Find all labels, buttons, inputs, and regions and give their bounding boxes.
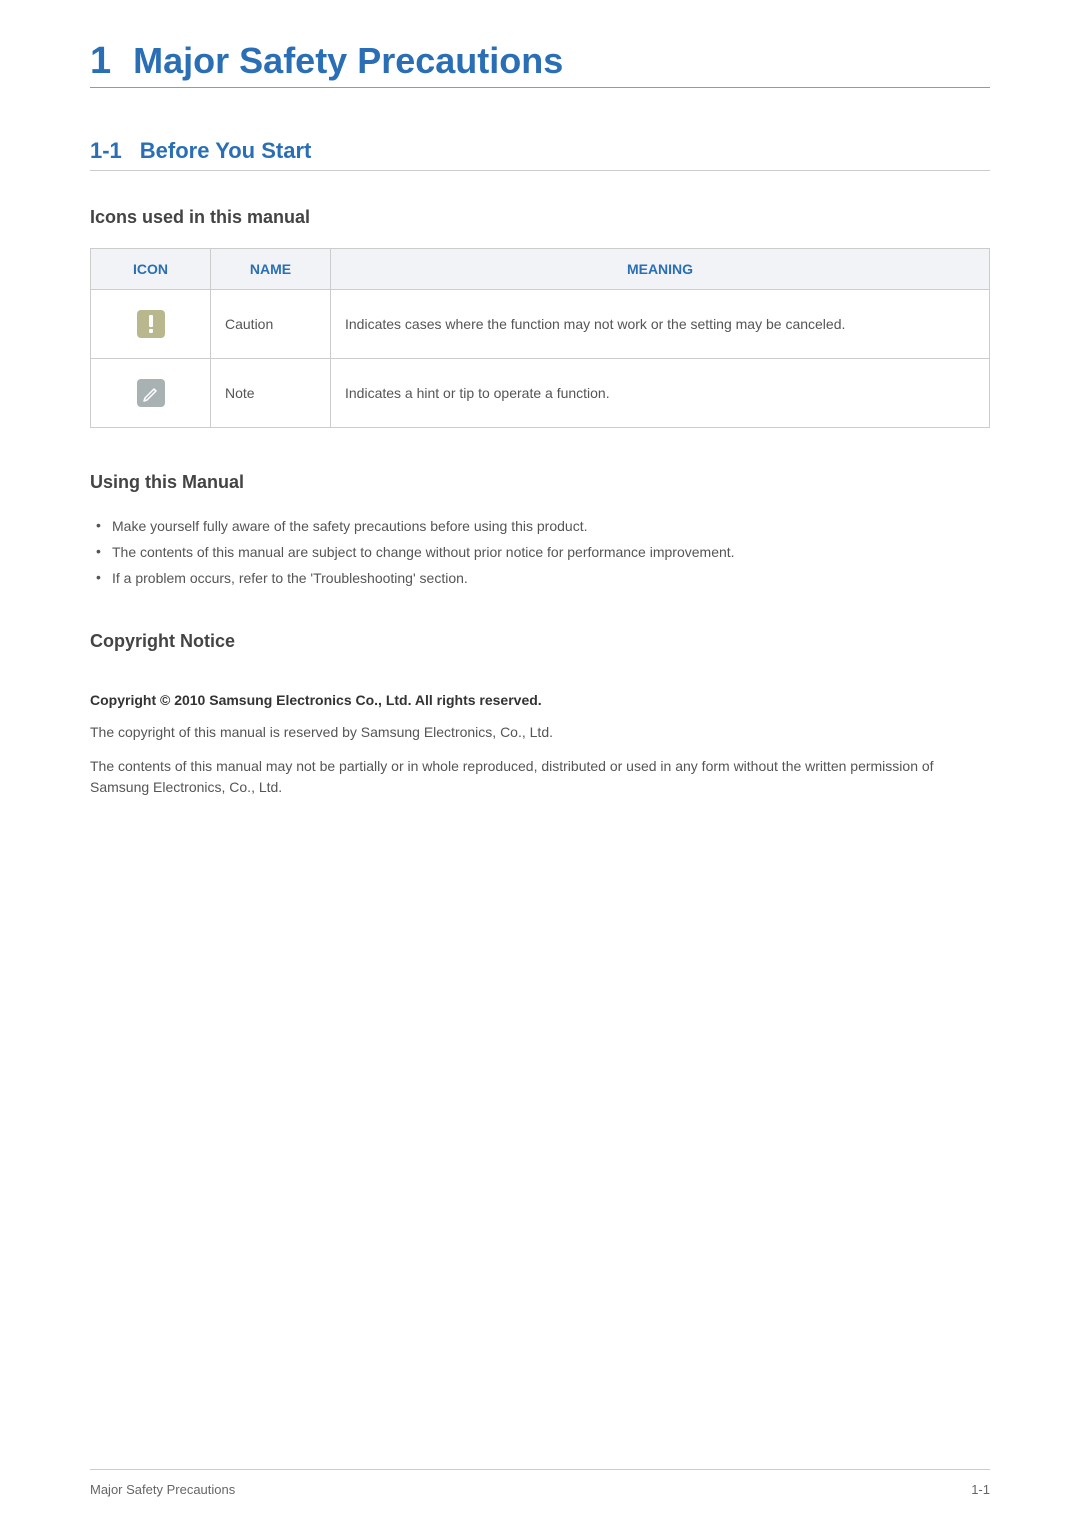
icon-cell-note (91, 359, 211, 428)
table-row: Caution Indicates cases where the functi… (91, 290, 990, 359)
th-icon: ICON (91, 249, 211, 290)
table-header-row: ICON NAME MEANING (91, 249, 990, 290)
icon-cell-caution (91, 290, 211, 359)
document-page: 1 Major Safety Precautions 1-1 Before Yo… (0, 0, 1080, 1527)
list-item: The contents of this manual are subject … (90, 539, 990, 565)
spacer (90, 672, 990, 692)
footer-left: Major Safety Precautions (90, 1482, 235, 1497)
copyright-bold-line: Copyright © 2010 Samsung Electronics Co.… (90, 692, 990, 708)
chapter-number: 1 (90, 40, 111, 83)
meaning-cell: Indicates cases where the function may n… (331, 290, 990, 359)
icons-subheading: Icons used in this manual (90, 207, 990, 228)
copyright-paragraph: The copyright of this manual is reserved… (90, 722, 990, 742)
note-icon (137, 379, 165, 407)
copyright-paragraph: The contents of this manual may not be p… (90, 756, 990, 797)
name-cell: Note (211, 359, 331, 428)
list-item: If a problem occurs, refer to the 'Troub… (90, 565, 990, 591)
page-footer: Major Safety Precautions 1-1 (90, 1469, 990, 1497)
table-row: Note Indicates a hint or tip to operate … (91, 359, 990, 428)
footer-right: 1-1 (971, 1482, 990, 1497)
chapter-title: 1 Major Safety Precautions (90, 40, 990, 88)
section-number: 1-1 (90, 138, 122, 164)
copyright-subheading: Copyright Notice (90, 631, 990, 652)
th-name: NAME (211, 249, 331, 290)
list-item: Make yourself fully aware of the safety … (90, 513, 990, 539)
section-title-text: Before You Start (140, 138, 312, 164)
caution-icon (137, 310, 165, 338)
name-cell: Caution (211, 290, 331, 359)
icons-table: ICON NAME MEANING Caution Indicates case… (90, 248, 990, 428)
meaning-cell: Indicates a hint or tip to operate a fun… (331, 359, 990, 428)
chapter-title-text: Major Safety Precautions (133, 40, 563, 82)
using-subheading: Using this Manual (90, 472, 990, 493)
using-bullet-list: Make yourself fully aware of the safety … (90, 513, 990, 591)
th-meaning: MEANING (331, 249, 990, 290)
section-title: 1-1 Before You Start (90, 138, 990, 171)
